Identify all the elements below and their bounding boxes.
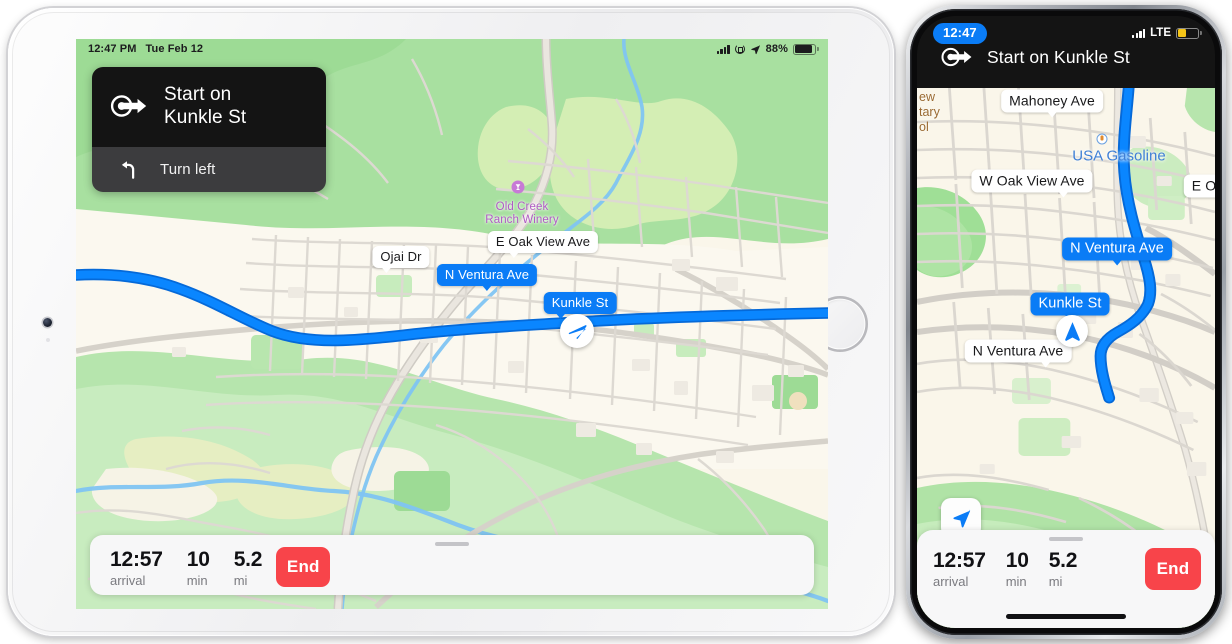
gas-station-pin-icon bbox=[1096, 133, 1108, 145]
banner-secondary-text: Turn left bbox=[160, 160, 216, 178]
distance-label: mi bbox=[233, 572, 248, 588]
stat-distance: 5.2 mi bbox=[234, 548, 263, 589]
carrier-tech-label: LTE bbox=[1150, 27, 1171, 39]
end-navigation-button[interactable]: End bbox=[1145, 548, 1201, 590]
stat-duration: 10 min bbox=[1006, 549, 1029, 590]
trip-stats: 12:57 arrival 10 min 5.2 mi bbox=[933, 549, 1077, 590]
user-location-puck bbox=[560, 314, 594, 348]
drag-handle[interactable] bbox=[435, 542, 469, 547]
distance-value: 5.2 bbox=[1048, 549, 1078, 572]
map-label-kunkle-st[interactable]: Kunkle St bbox=[543, 292, 617, 319]
iphone-trip-bar[interactable]: 12:57 arrival 10 min 5.2 mi End bbox=[917, 530, 1215, 628]
screenshot-stage: Old Creek Ranch Winery Ojai Dr E Oak Vie… bbox=[0, 0, 1232, 644]
gas-station-label: USA Gasoline bbox=[1072, 147, 1166, 165]
banner-primary-line2: Kunkle St bbox=[164, 107, 247, 128]
status-time: 12:47 PM bbox=[88, 43, 137, 55]
school-label: ew tary ol bbox=[919, 90, 940, 135]
iphone-screen: ew tary ol USA Gasoline Mahoney Ave W Oa… bbox=[917, 16, 1215, 628]
iphone-direction-banner[interactable]: Start on Kunkle St bbox=[917, 44, 1215, 70]
map-label-e-oak-view-ave[interactable]: E O bbox=[1183, 174, 1215, 198]
signal-bars-icon bbox=[716, 44, 730, 54]
school-label-line3: ol bbox=[919, 120, 929, 134]
ipad-screen: Old Creek Ranch Winery Ojai Dr E Oak Vie… bbox=[76, 39, 828, 609]
map-label-n-ventura-ave-route[interactable]: N Ventura Ave bbox=[1062, 237, 1172, 266]
signal-bars-icon bbox=[1132, 28, 1146, 38]
banner-primary-text: Start on Kunkle St bbox=[164, 83, 246, 129]
iphone-banner-text: Start on Kunkle St bbox=[987, 46, 1130, 67]
status-date: Tue Feb 12 bbox=[145, 43, 204, 55]
map-label-e-oak-view-ave[interactable]: E Oak View Ave bbox=[487, 231, 599, 258]
trip-stats: 12:57 arrival 10 min 5.2 mi bbox=[110, 548, 262, 589]
school-label-line1: ew bbox=[919, 90, 935, 104]
stat-arrival: 12:57 arrival bbox=[110, 548, 163, 589]
map-label-w-oak-view-ave[interactable]: W Oak View Ave bbox=[971, 169, 1093, 198]
map-label-n-ventura-ave[interactable]: N Ventura Ave bbox=[964, 339, 1072, 368]
navigation-arrow-icon bbox=[568, 325, 587, 339]
turn-left-icon bbox=[121, 161, 135, 179]
map-label-kunkle-st[interactable]: Kunkle St bbox=[1030, 292, 1110, 321]
distance-label: mi bbox=[1048, 574, 1063, 589]
banner-secondary-instruction[interactable]: Turn left bbox=[92, 147, 326, 192]
ipad-device: Old Creek Ranch Winery Ojai Dr E Oak Vie… bbox=[8, 8, 894, 636]
school-label-line2: tary bbox=[919, 105, 940, 119]
user-location-puck bbox=[1056, 315, 1088, 347]
status-battery-percent: 88% bbox=[765, 43, 788, 55]
battery-icon bbox=[793, 43, 819, 55]
duration-label: min bbox=[186, 572, 208, 588]
duration-value: 10 bbox=[1005, 549, 1029, 572]
ipad-trip-bar[interactable]: 12:57 arrival 10 min 5.2 mi End bbox=[90, 535, 814, 595]
start-route-icon bbox=[110, 95, 147, 117]
stat-distance: 5.2 mi bbox=[1049, 549, 1078, 590]
ipad-status-bar: 12:47 PM Tue Feb 12 88% bbox=[76, 39, 828, 59]
battery-icon bbox=[1176, 27, 1202, 39]
map-label-ojai-dr[interactable]: Ojai Dr bbox=[372, 246, 430, 273]
duration-label: min bbox=[1005, 574, 1027, 589]
banner-primary-line1: Start on bbox=[164, 84, 232, 105]
winery-pin-icon bbox=[511, 180, 525, 194]
arrival-label: arrival bbox=[933, 574, 969, 589]
start-route-icon bbox=[941, 47, 972, 67]
iphone-device: ew tary ol USA Gasoline Mahoney Ave W Oa… bbox=[906, 5, 1226, 639]
arrival-label: arrival bbox=[110, 572, 146, 588]
navigation-time-pill[interactable]: 12:47 bbox=[933, 22, 987, 44]
distance-value: 5.2 bbox=[233, 547, 263, 571]
location-arrow-icon bbox=[750, 44, 761, 55]
map-label-mahoney-ave[interactable]: Mahoney Ave bbox=[1001, 89, 1103, 118]
map-label-n-ventura-ave[interactable]: N Ventura Ave bbox=[436, 264, 538, 291]
home-indicator[interactable] bbox=[1006, 614, 1126, 619]
arrival-value: 12:57 bbox=[110, 547, 163, 571]
end-navigation-button[interactable]: End bbox=[276, 547, 331, 587]
iphone-status-bar: 12:47 LTE bbox=[917, 22, 1215, 44]
drag-handle[interactable] bbox=[1049, 537, 1083, 542]
stat-arrival: 12:57 arrival bbox=[933, 549, 986, 590]
stat-duration: 10 min bbox=[187, 548, 210, 589]
direction-banner[interactable]: Start on Kunkle St Turn left bbox=[92, 67, 326, 192]
arrival-value: 12:57 bbox=[933, 549, 986, 572]
ipad-front-camera-icon bbox=[43, 318, 52, 327]
ipad-ambient-sensor-icon bbox=[46, 338, 50, 342]
rotation-lock-icon bbox=[734, 44, 745, 54]
navigation-arrow-icon bbox=[1064, 321, 1080, 341]
banner-primary-instruction[interactable]: Start on Kunkle St bbox=[92, 67, 326, 147]
duration-value: 10 bbox=[186, 547, 210, 571]
locate-arrow-icon bbox=[952, 509, 970, 527]
